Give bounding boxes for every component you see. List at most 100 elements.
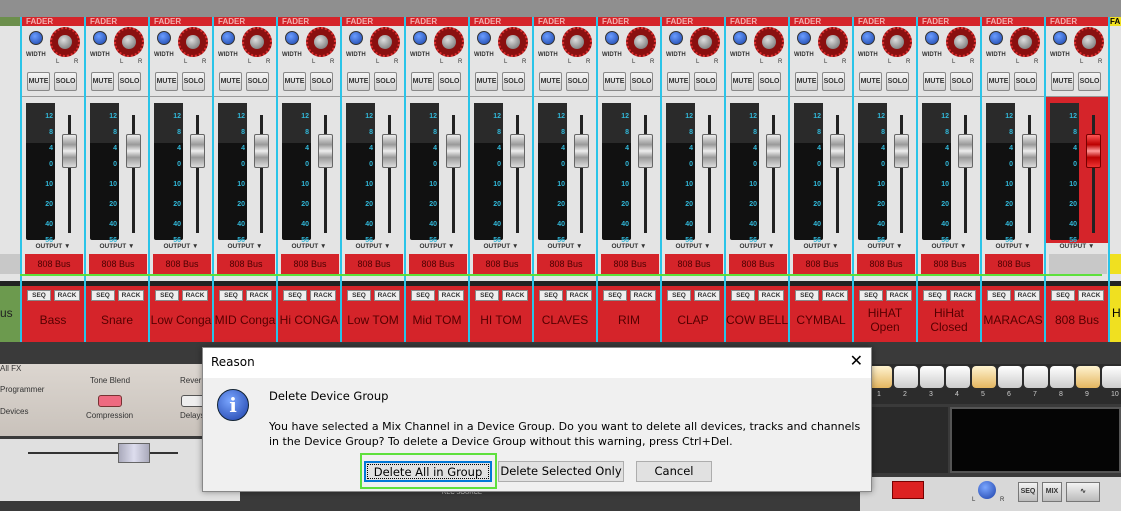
- pan-knob[interactable]: [178, 27, 208, 57]
- close-icon[interactable]: ✕: [850, 351, 863, 370]
- seq-button[interactable]: SEQ: [859, 290, 883, 301]
- pan-knob[interactable]: [882, 27, 912, 57]
- red-fader-handle[interactable]: [892, 481, 924, 499]
- seq-button[interactable]: SEQ: [347, 290, 371, 301]
- solo-button[interactable]: SOLO: [374, 72, 397, 91]
- solo-button[interactable]: SOLO: [694, 72, 717, 91]
- seq-button[interactable]: SEQ: [283, 290, 307, 301]
- pan-knob[interactable]: [946, 27, 976, 57]
- width-knob[interactable]: [285, 31, 299, 45]
- rack-button[interactable]: RACK: [1014, 290, 1040, 301]
- mute-button[interactable]: MUTE: [91, 72, 114, 91]
- crossfader-handle[interactable]: [118, 443, 150, 463]
- output-bus[interactable]: 808 Bus: [345, 254, 403, 274]
- seq-button[interactable]: SEQ: [539, 290, 563, 301]
- seq-button[interactable]: SEQ: [475, 290, 499, 301]
- channel-name[interactable]: Low TOM: [342, 302, 404, 338]
- rack-button[interactable]: RACK: [566, 290, 592, 301]
- channel-name[interactable]: 808 Bus: [1046, 302, 1108, 338]
- volume-fader[interactable]: [958, 134, 973, 168]
- seq-button[interactable]: SEQ: [1018, 482, 1038, 502]
- volume-fader[interactable]: [510, 134, 525, 168]
- rack-button[interactable]: RACK: [118, 290, 144, 301]
- step-pad[interactable]: [1024, 366, 1048, 388]
- rack-button[interactable]: RACK: [54, 290, 80, 301]
- solo-button[interactable]: SOLO: [182, 72, 205, 91]
- pan-knob[interactable]: [1010, 27, 1040, 57]
- seq-button[interactable]: SEQ: [603, 290, 627, 301]
- channel-name[interactable]: Low Conga: [150, 302, 212, 338]
- rack-button[interactable]: RACK: [694, 290, 720, 301]
- width-knob[interactable]: [413, 31, 427, 45]
- pan-knob[interactable]: [50, 27, 80, 57]
- volume-fader[interactable]: [254, 134, 269, 168]
- width-knob[interactable]: [221, 31, 235, 45]
- output-dropdown[interactable]: OUTPUT ▼: [214, 243, 276, 250]
- seq-button[interactable]: SEQ: [411, 290, 435, 301]
- output-dropdown[interactable]: OUTPUT ▼: [150, 243, 212, 250]
- channel-name[interactable]: HiHat Closed: [918, 302, 980, 338]
- volume-fader[interactable]: [446, 134, 461, 168]
- channel-name[interactable]: HI TOM: [470, 302, 532, 338]
- mute-button[interactable]: MUTE: [795, 72, 818, 91]
- waveform-button[interactable]: ∿: [1066, 482, 1100, 502]
- output-dropdown[interactable]: OUTPUT ▼: [534, 243, 596, 250]
- mute-button[interactable]: MUTE: [987, 72, 1010, 91]
- width-knob[interactable]: [861, 31, 875, 45]
- output-bus[interactable]: 808 Bus: [985, 254, 1043, 274]
- volume-fader[interactable]: [126, 134, 141, 168]
- volume-fader[interactable]: [830, 134, 845, 168]
- channel-name[interactable]: MARACAS: [982, 302, 1044, 338]
- output-bus[interactable]: 808 Bus: [409, 254, 467, 274]
- channel-name[interactable]: HiHAT Open: [854, 302, 916, 338]
- pan-knob[interactable]: [562, 27, 592, 57]
- mute-button[interactable]: MUTE: [603, 72, 626, 91]
- rack-button[interactable]: RACK: [374, 290, 400, 301]
- output-bus[interactable]: 808 Bus: [857, 254, 915, 274]
- output-dropdown[interactable]: OUTPUT ▼: [790, 243, 852, 250]
- channel-name[interactable]: Bass: [22, 302, 84, 338]
- step-pad[interactable]: [1050, 366, 1074, 388]
- output-dropdown[interactable]: OUTPUT ▼: [470, 243, 532, 250]
- output-dropdown[interactable]: OUTPUT ▼: [406, 243, 468, 250]
- output-bus[interactable]: 808 Bus: [473, 254, 531, 274]
- solo-button[interactable]: SOLO: [310, 72, 333, 91]
- output-bus[interactable]: 808 Bus: [729, 254, 787, 274]
- channel-name[interactable]: us: [0, 306, 13, 320]
- pan-knob[interactable]: [626, 27, 656, 57]
- step-pad[interactable]: [1102, 366, 1121, 388]
- seq-button[interactable]: SEQ: [155, 290, 179, 301]
- channel-name[interactable]: Snare: [86, 302, 148, 338]
- seq-button[interactable]: SEQ: [923, 290, 947, 301]
- volume-fader[interactable]: [638, 134, 653, 168]
- output-dropdown[interactable]: OUTPUT ▼: [342, 243, 404, 250]
- step-pad[interactable]: [1076, 366, 1100, 388]
- mute-button[interactable]: MUTE: [219, 72, 242, 91]
- output-dropdown[interactable]: OUTPUT ▼: [918, 243, 980, 250]
- solo-button[interactable]: SOLO: [886, 72, 909, 91]
- channel-name[interactable]: Hi CONGA: [278, 302, 340, 338]
- width-knob[interactable]: [797, 31, 811, 45]
- width-knob[interactable]: [925, 31, 939, 45]
- width-knob[interactable]: [349, 31, 363, 45]
- rack-button[interactable]: RACK: [246, 290, 272, 301]
- pan-knob[interactable]: [690, 27, 720, 57]
- volume-fader[interactable]: [1086, 134, 1101, 168]
- mute-button[interactable]: MUTE: [1051, 72, 1074, 91]
- output-dropdown[interactable]: OUTPUT ▼: [598, 243, 660, 250]
- channel-name[interactable]: CLAP: [662, 302, 724, 338]
- output-bus[interactable]: 808 Bus: [601, 254, 659, 274]
- rack-button[interactable]: RACK: [502, 290, 528, 301]
- volume-fader[interactable]: [574, 134, 589, 168]
- volume-fader[interactable]: [1022, 134, 1037, 168]
- width-knob[interactable]: [605, 31, 619, 45]
- compression-button[interactable]: [98, 395, 122, 407]
- channel-name[interactable]: CYMBAL: [790, 302, 852, 338]
- mute-button[interactable]: MUTE: [859, 72, 882, 91]
- solo-button[interactable]: SOLO: [758, 72, 781, 91]
- step-pad[interactable]: [894, 366, 918, 388]
- rack-button[interactable]: RACK: [182, 290, 208, 301]
- rack-button[interactable]: RACK: [758, 290, 784, 301]
- solo-button[interactable]: SOLO: [1014, 72, 1037, 91]
- output-bus[interactable]: 808 Bus: [665, 254, 723, 274]
